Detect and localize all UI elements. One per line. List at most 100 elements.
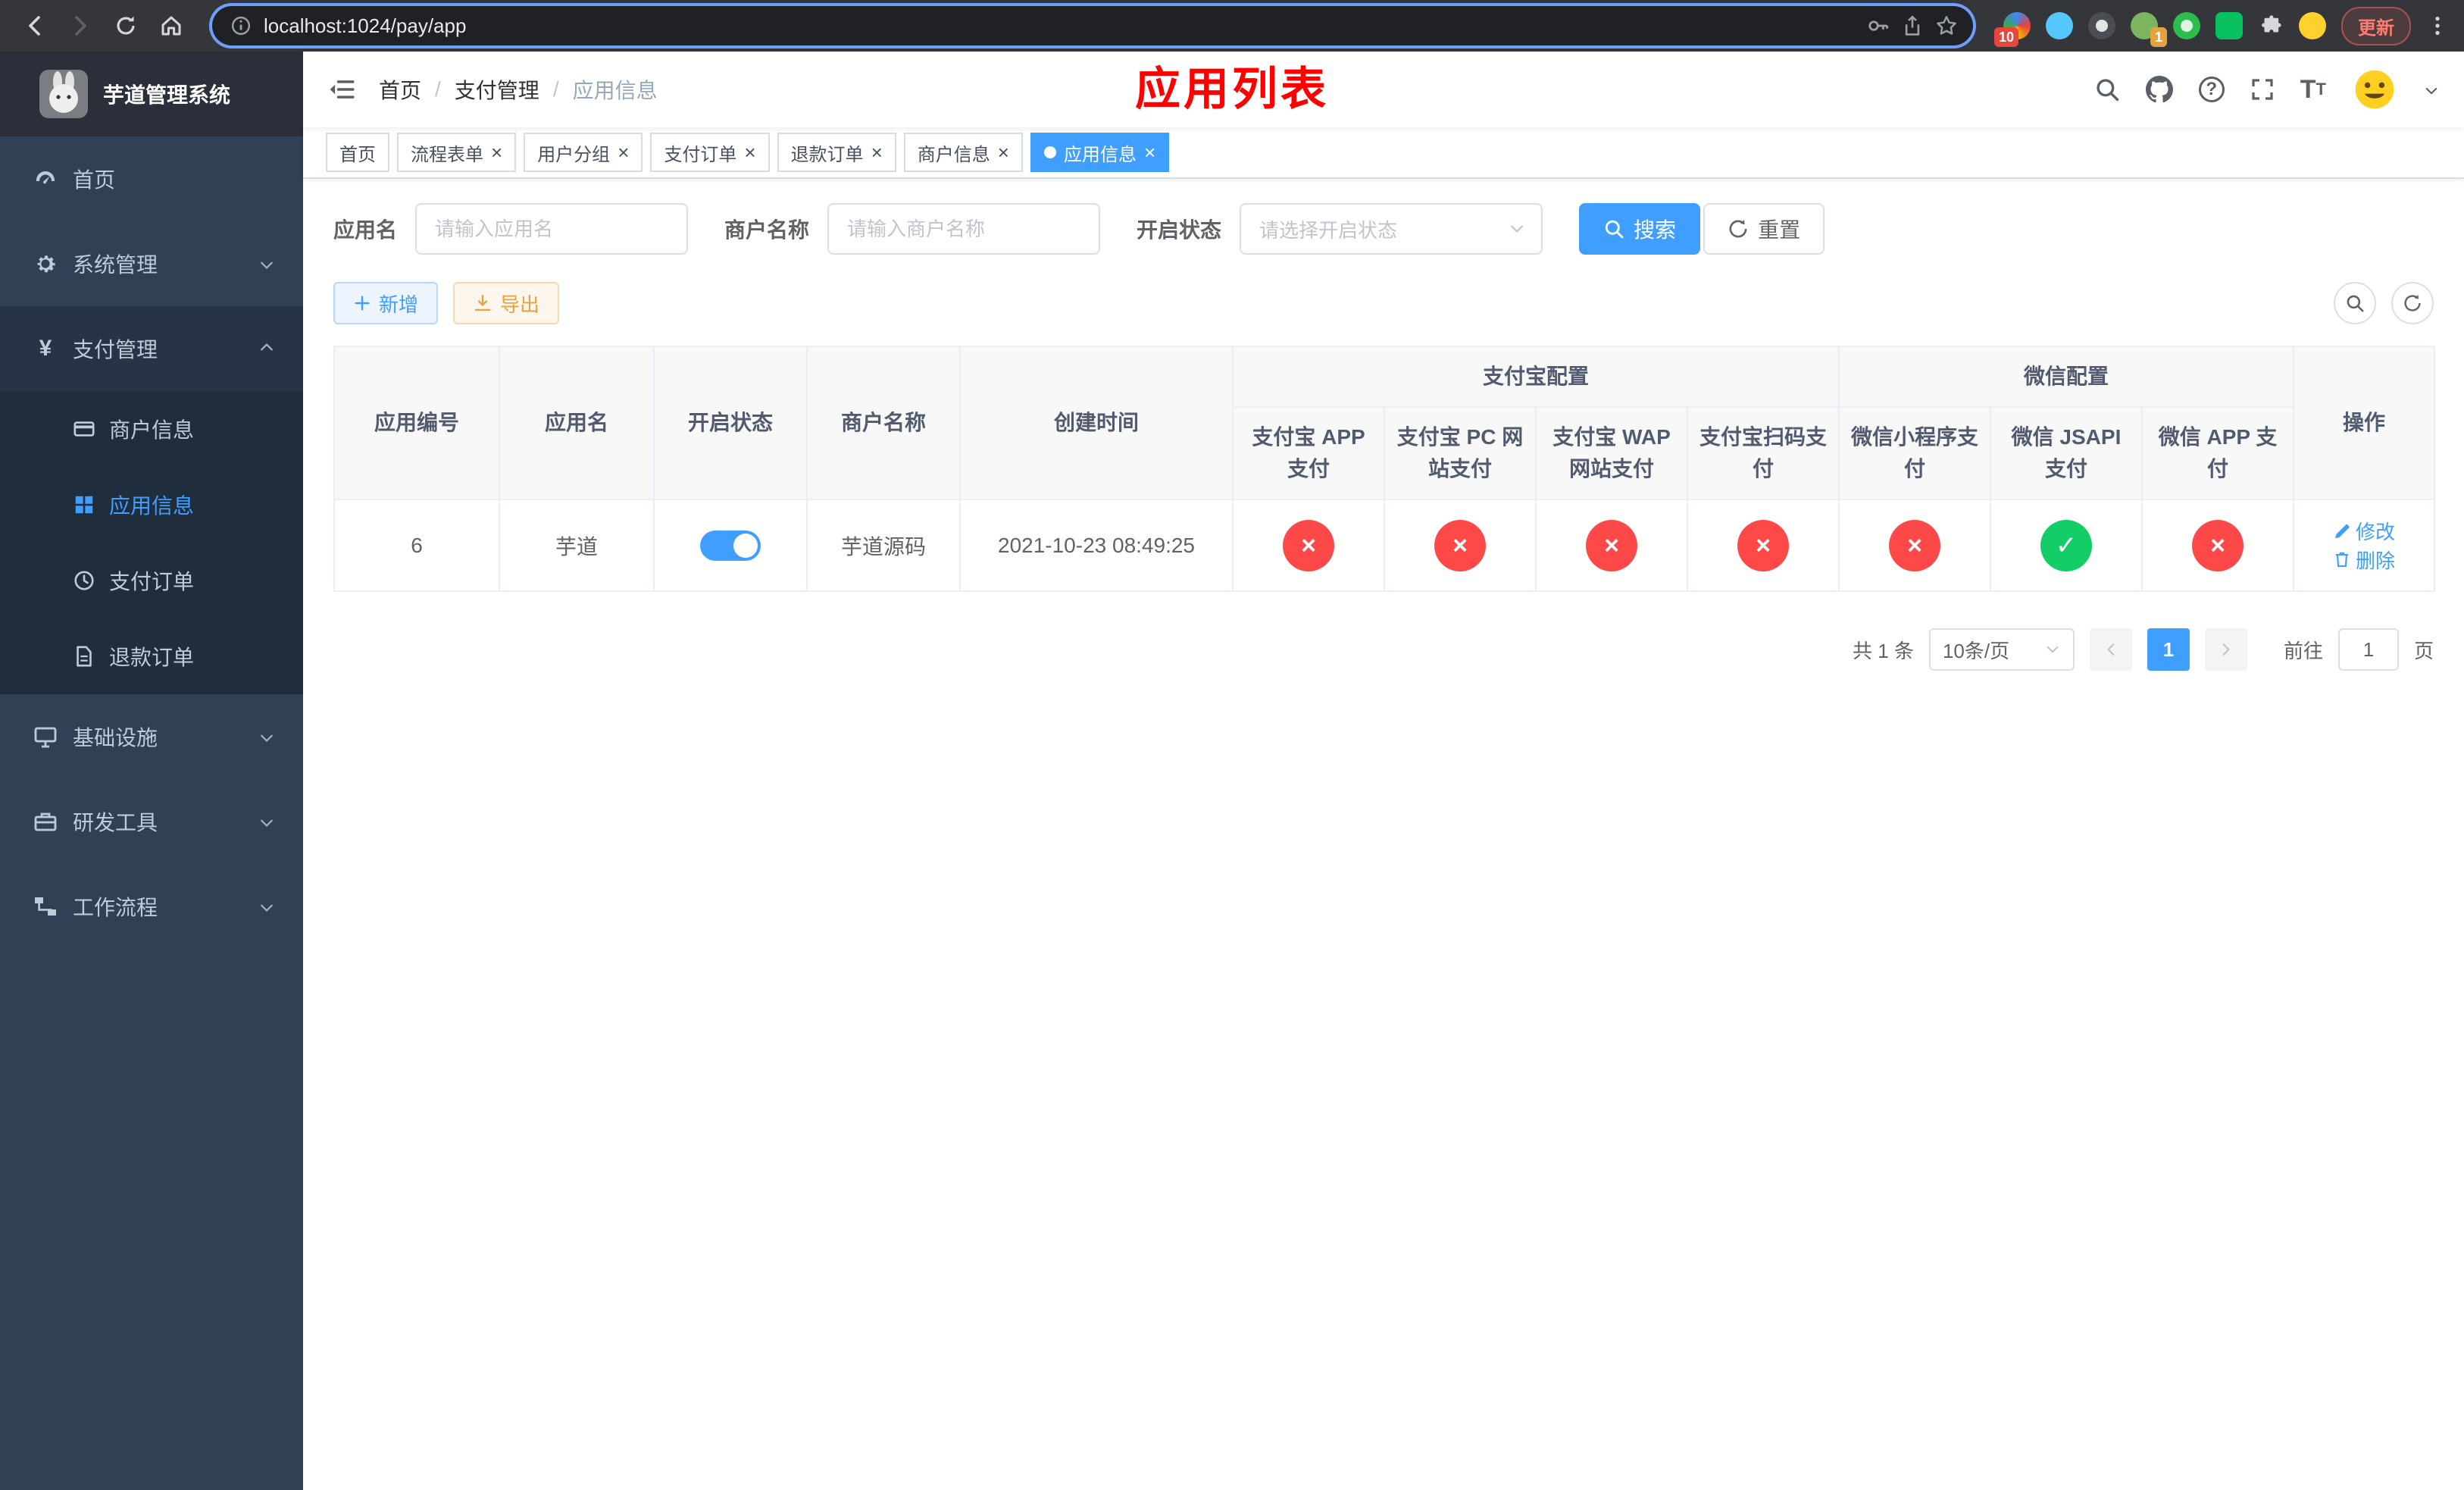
chevron-down-icon	[258, 809, 276, 834]
merchant-name-input[interactable]	[827, 203, 1101, 255]
browser-update-button[interactable]: 更新	[2341, 6, 2411, 45]
password-key-icon[interactable]	[1867, 14, 1890, 37]
breadcrumb-payment[interactable]: 支付管理	[455, 74, 539, 105]
app-name-input[interactable]	[415, 203, 689, 255]
tab-close-icon[interactable]: ×	[998, 142, 1009, 162]
logo-avatar-icon	[39, 70, 88, 118]
browser-menu-icon[interactable]	[2426, 14, 2449, 37]
breadcrumb-current: 应用信息	[572, 79, 658, 102]
next-page-button[interactable]	[2204, 628, 2247, 671]
sidebar-item-payment[interactable]: ¥ 支付管理	[0, 306, 303, 391]
github-icon[interactable]	[2146, 76, 2173, 103]
tab-close-icon[interactable]: ×	[1144, 142, 1155, 162]
refresh-table-button[interactable]	[2391, 282, 2434, 324]
tag-app-info[interactable]: 应用信息 ×	[1030, 133, 1170, 172]
font-size-icon[interactable]: TT	[2300, 77, 2326, 102]
sidebar-item-dev-tools[interactable]: 研发工具	[0, 779, 303, 864]
browser-home-button[interactable]	[152, 6, 191, 45]
extension-dark-icon[interactable]	[2088, 12, 2115, 39]
delete-link[interactable]: 删除	[2333, 546, 2395, 574]
sidebar-item-payment-orders[interactable]: 支付订单	[0, 543, 303, 618]
tab-close-icon[interactable]: ×	[618, 142, 629, 162]
tag-process-form[interactable]: 流程表单 ×	[397, 133, 517, 172]
breadcrumb-home[interactable]: 首页	[379, 74, 421, 105]
bookmark-star-icon[interactable]	[1935, 14, 1958, 37]
extension-emoji-icon[interactable]	[2299, 12, 2326, 39]
extension-green-icon[interactable]	[2173, 12, 2200, 39]
page-number-button[interactable]: 1	[2147, 628, 2190, 671]
address-bar[interactable]: localhost:1024/pay/app	[212, 6, 1973, 45]
browser-reload-button[interactable]	[106, 6, 145, 45]
tag-user-group[interactable]: 用户分组 ×	[524, 133, 643, 172]
edit-link[interactable]: 修改	[2333, 517, 2395, 545]
page-size-select[interactable]: 10条/页	[1928, 628, 2075, 671]
chevron-down-icon	[258, 725, 276, 749]
search-icon[interactable]	[2094, 77, 2120, 102]
search-button[interactable]: 搜索	[1579, 203, 1701, 255]
cell-merchant: 芋道源码	[806, 499, 961, 592]
prev-page-button[interactable]	[2089, 628, 2132, 671]
sidebar-item-infrastructure[interactable]: 基础设施	[0, 694, 303, 779]
sidebar-item-home[interactable]: 首页	[0, 136, 303, 221]
tab-close-icon[interactable]: ×	[491, 142, 502, 162]
sidebar-toggle-icon[interactable]	[303, 52, 379, 127]
add-button[interactable]: 新增	[333, 282, 439, 324]
status-circle-icon: ×	[1283, 519, 1334, 571]
app-logo[interactable]: 芋道管理系统	[0, 52, 303, 136]
cell-alipay-app: ×	[1232, 499, 1385, 592]
monitor-icon	[33, 725, 58, 749]
clock-icon	[73, 569, 95, 592]
sidebar-item-system[interactable]: 系统管理	[0, 221, 303, 306]
credit-card-icon	[73, 418, 95, 440]
sidebar-item-label: 退款订单	[109, 646, 195, 669]
main-area: 应用列表 首页 / 支付管理 / 应用信息 ? TT 首页 流程表单 × 用户分…	[303, 52, 2464, 1490]
sidebar-item-app-info[interactable]: 应用信息	[0, 467, 303, 543]
column-header: 支付宝 PC 网站支付	[1384, 406, 1537, 500]
browser-back-button[interactable]	[15, 6, 55, 45]
user-avatar[interactable]	[2352, 67, 2397, 112]
sidebar-item-label: 首页	[73, 168, 116, 192]
status-circle-icon: ✓	[2040, 519, 2093, 571]
url-text[interactable]: localhost:1024/pay/app	[264, 14, 1855, 38]
extensions-puzzle-icon[interactable]	[2258, 13, 2284, 39]
extension-wechat-icon[interactable]	[2215, 12, 2243, 39]
help-icon[interactable]: ?	[2198, 77, 2225, 102]
caret-down-icon[interactable]	[2423, 76, 2440, 104]
share-icon[interactable]	[1902, 15, 1923, 36]
extension-colorful-icon[interactable]: 10	[1994, 12, 2031, 47]
sidebar-item-label: 基础设施	[73, 726, 158, 750]
extension-avatar-icon[interactable]: 1	[2131, 12, 2167, 47]
tab-close-icon[interactable]: ×	[871, 142, 883, 162]
sidebar-item-label: 支付订单	[109, 570, 195, 593]
table-row: 6 芋道 芋道源码 2021-10-23 08:49:25 × × × × ×	[333, 499, 2436, 592]
export-button[interactable]: 导出	[453, 282, 560, 324]
sidebar-item-refund-orders[interactable]: 退款订单	[0, 618, 303, 694]
chevron-down-icon	[1508, 220, 1526, 238]
tag-refund-orders[interactable]: 退款订单 ×	[777, 133, 896, 172]
status-select[interactable]: 请选择开启状态	[1240, 203, 1543, 255]
extension-badge: 10	[1994, 27, 2019, 47]
tag-merchant-info[interactable]: 商户信息 ×	[903, 133, 1023, 172]
site-info-icon[interactable]	[230, 15, 252, 36]
sidebar-item-label: 研发工具	[73, 811, 158, 834]
tags-view: 首页 流程表单 × 用户分组 × 支付订单 × 退款订单 × 商户信息 × 应用信息 ×	[303, 127, 2464, 179]
toggle-search-button[interactable]	[2334, 282, 2376, 324]
reset-button[interactable]: 重置	[1703, 203, 1825, 255]
browser-forward-button[interactable]	[61, 6, 100, 45]
sidebar-item-workflow[interactable]: 工作流程	[0, 864, 303, 949]
sidebar-item-label: 商户信息	[109, 418, 195, 442]
extension-blue-icon[interactable]	[2046, 12, 2073, 39]
sidebar-item-label: 系统管理	[73, 253, 158, 277]
goto-page-input[interactable]	[2337, 628, 2399, 671]
yen-icon: ¥	[39, 336, 52, 361]
sidebar-item-label: 支付管理	[73, 338, 158, 362]
status-label: 开启状态	[1137, 218, 1222, 242]
workflow-icon	[33, 894, 58, 919]
tag-home[interactable]: 首页	[326, 133, 389, 172]
sidebar-item-merchant-info[interactable]: 商户信息	[0, 391, 303, 467]
group-header-alipay: 支付宝配置	[1231, 346, 1840, 408]
status-toggle[interactable]	[700, 530, 761, 561]
tab-close-icon[interactable]: ×	[744, 142, 755, 162]
tag-payment-orders[interactable]: 支付订单 ×	[650, 133, 770, 172]
fullscreen-icon[interactable]	[2250, 77, 2275, 102]
